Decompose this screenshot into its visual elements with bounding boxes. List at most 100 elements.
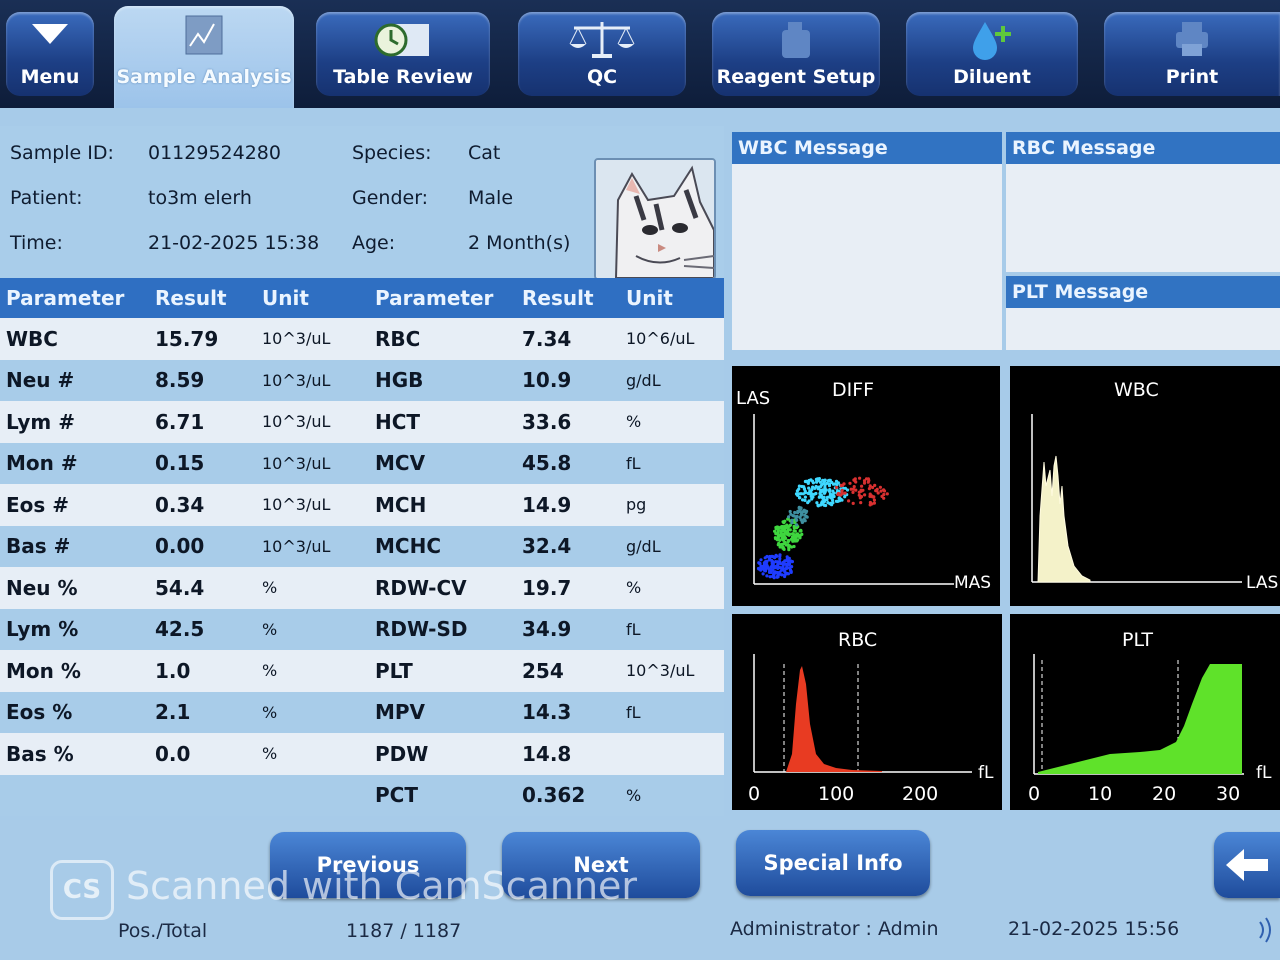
time-label: Time: <box>10 232 63 254</box>
camscanner-watermark: Scanned with CamScanner <box>126 864 638 908</box>
menu-button[interactable]: Menu <box>6 12 94 96</box>
diff-scatter-point <box>767 558 772 562</box>
age-value: 2 Month(s) <box>468 232 571 254</box>
rbc-unit: fL <box>978 763 994 783</box>
diluent-label: Diluent <box>953 66 1031 88</box>
cell-unit-2: 10^6/uL <box>620 318 724 360</box>
tab-table-review[interactable]: Table Review <box>316 12 490 96</box>
table-row: Eos #0.34 10^3/uL MCH 14.9 pg <box>0 484 724 526</box>
table-row: Neu #8.59 10^3/uL HGB 10.9 g/dL <box>0 359 724 401</box>
diff-scatter-point <box>798 536 802 540</box>
diff-scatter-point <box>778 538 782 542</box>
sample-id-value: 01129524280 <box>148 142 281 164</box>
table-row: Lym #6.71 10^3/uL HCT 33.6% <box>0 401 724 443</box>
cell-unit-1: 10^3/uL <box>256 401 369 443</box>
back-button[interactable] <box>1214 832 1280 898</box>
diff-scatter-point <box>795 514 799 519</box>
diff-scatter-point <box>823 491 827 495</box>
diff-scatter-point <box>797 484 801 488</box>
diff-scatter-point <box>784 536 788 540</box>
diff-scatter-point <box>872 498 876 502</box>
cell-result-1 <box>149 774 256 816</box>
cell-unit-2: pg <box>620 484 724 526</box>
diff-scatter-point <box>797 505 801 509</box>
wbc-plot-title: WBC <box>1114 379 1159 401</box>
wbc-message-header: WBC Message <box>732 132 1002 164</box>
cell-result-1: 15.79 <box>149 318 256 360</box>
reagent-bottle-icon <box>782 22 810 58</box>
cell-result-2: 33.6 <box>516 401 620 443</box>
diff-scatter-point <box>815 501 819 505</box>
cell-param-2: PDW <box>369 733 516 775</box>
diff-scatter-point <box>788 528 792 532</box>
printer-icon <box>1176 22 1208 56</box>
diff-scatter-point <box>786 538 790 543</box>
wbc-histogram-curve <box>1037 455 1091 583</box>
diff-scatter-point <box>808 492 812 496</box>
diff-scatter-point <box>831 501 835 505</box>
diff-scatter-point <box>776 573 780 577</box>
sample-analysis-label: Sample Analysis <box>116 66 292 88</box>
cell-unit-2: fL <box>620 442 724 484</box>
diff-scatter-point <box>778 554 782 558</box>
diff-scatter-point <box>867 487 871 491</box>
cell-result-1: 8.59 <box>149 359 256 401</box>
special-info-button[interactable]: Special Info <box>736 830 930 896</box>
diff-scatter-point <box>847 499 851 503</box>
diff-scatter-point <box>852 478 856 482</box>
table-row: Eos % 2.1% MPV 14.3 fL <box>0 691 724 733</box>
user-status: Administrator : Admin <box>730 918 939 940</box>
diff-scatter-point <box>803 495 807 499</box>
cell-result-1: 1.0 <box>149 650 256 692</box>
diff-scatter-point <box>882 489 887 493</box>
cell-param-1 <box>0 774 149 816</box>
diff-scatter-point <box>761 572 765 576</box>
cell-unit-1: 10^3/uL <box>256 525 369 567</box>
tab-sample-analysis[interactable]: Sample Analysis <box>114 6 294 108</box>
cell-result-2: 34.9 <box>516 608 620 650</box>
col-unit-1: Unit <box>256 278 369 318</box>
cell-param-1: Mon % <box>0 650 149 692</box>
diff-scatter-point <box>800 519 804 523</box>
diff-scatter-point <box>835 483 839 487</box>
diff-scatter-point <box>878 485 882 489</box>
tab-diluent[interactable]: Diluent <box>906 12 1078 96</box>
diff-scatter-point <box>787 532 791 536</box>
cell-result-1: 2.1 <box>149 691 256 733</box>
diff-scatter-point <box>826 501 830 505</box>
cell-param-2: RDW-CV <box>369 567 516 609</box>
tab-reagent-setup[interactable]: Reagent Setup <box>712 12 880 96</box>
diff-scatter-point <box>820 495 824 499</box>
cell-param-1: Bas % <box>0 733 149 775</box>
diff-scatter-point <box>885 492 889 496</box>
results-table: Parameter Result Unit Parameter Result U… <box>0 278 724 816</box>
cell-param-2: HCT <box>369 401 516 443</box>
diff-scatter-point <box>805 515 809 519</box>
cell-param-1: Mon # <box>0 442 149 484</box>
diff-scatter-point <box>787 556 791 560</box>
patient-label: Patient: <box>10 187 83 209</box>
cell-param-2: PCT <box>369 774 516 816</box>
plt-histogram-curve <box>1038 664 1242 774</box>
col-parameter-1: Parameter <box>0 278 149 318</box>
cell-unit-1: 10^3/uL <box>256 442 369 484</box>
diff-scatter-point <box>807 486 811 490</box>
plt-unit: fL <box>1256 763 1272 783</box>
diff-scatter-point <box>763 556 767 560</box>
gender-value: Male <box>468 187 514 209</box>
diluent-drop-icon <box>973 22 1011 60</box>
diff-scatter-point <box>851 501 855 505</box>
cell-unit-1: 10^3/uL <box>256 359 369 401</box>
diff-scatter-point <box>800 532 804 536</box>
tab-print[interactable]: Print <box>1104 12 1280 96</box>
cell-result-1: 6.71 <box>149 401 256 443</box>
plt-plot-title: PLT <box>1122 629 1153 651</box>
table-row: WBC 15.79 10^3/uL RBC 7.34 10^6/uL <box>0 318 724 360</box>
diff-scatter-point <box>771 560 775 564</box>
rbc-tick-100: 100 <box>818 783 854 805</box>
cell-unit-1: % <box>256 608 369 650</box>
main-panel: Sample ID: 01129524280 Patient: to3m ele… <box>0 108 1280 820</box>
cell-result-2: 10.9 <box>516 359 620 401</box>
cat-species-image <box>594 158 716 280</box>
tab-qc[interactable]: QC <box>518 12 686 96</box>
